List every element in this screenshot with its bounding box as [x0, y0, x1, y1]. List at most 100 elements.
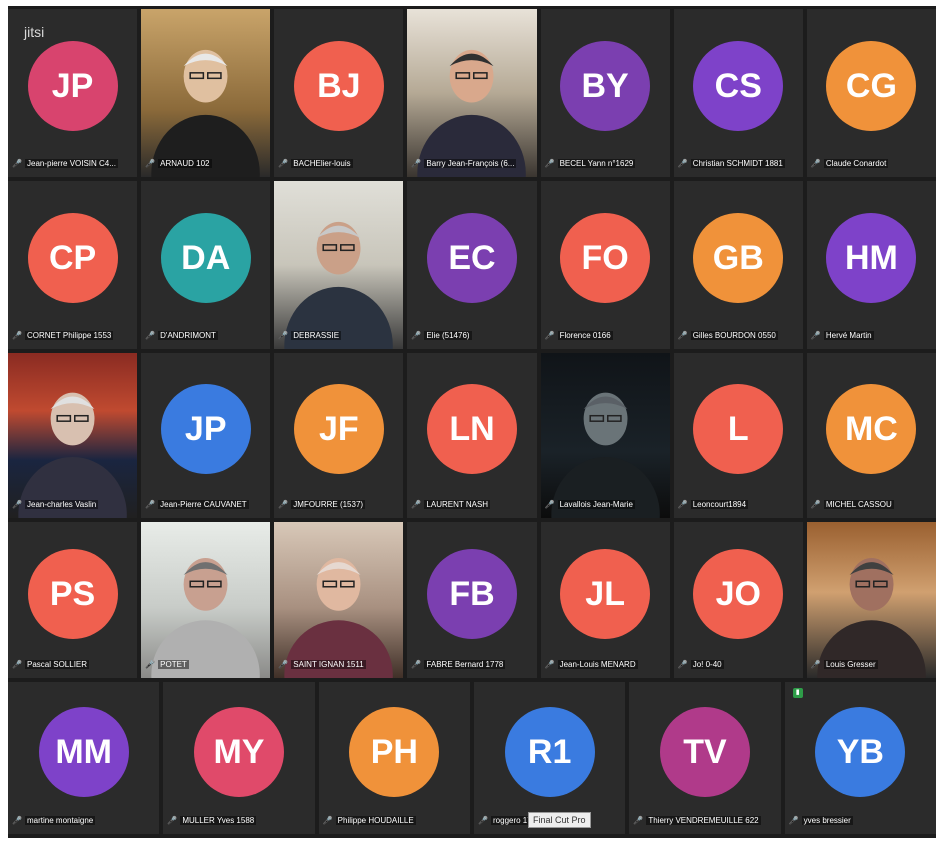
participant-tile[interactable]: JF 🎤 JMFOURRE (1537) [274, 353, 404, 518]
microphone-muted-icon: 🎤 [544, 331, 555, 340]
avatar: BY [560, 41, 651, 132]
participant-name-label: Barry Jean-François (6... [424, 159, 517, 168]
participant-tile[interactable]: MY 🎤 MULLER Yves 1588 [163, 682, 315, 834]
participant-name: 🎤 Louis Gresser [811, 658, 932, 672]
participant-tile[interactable]: L 🎤 Leoncourt1894 [673, 353, 803, 518]
participant-name: 🎤 yves bressier [789, 814, 932, 828]
participant-name-label: Florence 0166 [557, 331, 613, 340]
microphone-muted-icon: 🎤 [278, 660, 289, 669]
participant-name: 🎤 martine montaigne [12, 814, 155, 828]
avatar: FB [426, 548, 517, 639]
avatar: CG [826, 41, 917, 132]
participant-name-label: Jean-Pierre CAUVANET [158, 500, 249, 509]
participant-tile[interactable]: PS 🎤 Pascal SOLLIER [8, 522, 138, 678]
participant-tile[interactable]: DA 🎤 D'ANDRIMONT [141, 181, 271, 349]
participant-name: 🎤 FABRE Bernard 1778 [411, 658, 532, 672]
participant-name: 🎤 Hervé Martin [811, 329, 932, 343]
participant-video [407, 9, 537, 177]
participant-tile[interactable]: 🎤 ARNAUD 102 [141, 9, 271, 177]
participant-tile[interactable]: GB 🎤 Gilles BOURDON 0550 [673, 181, 803, 349]
participant-tile[interactable]: FO 🎤 Florence 0166 [540, 181, 670, 349]
participant-video [806, 522, 936, 678]
microphone-muted-icon: 🎤 [411, 660, 422, 669]
participant-tile[interactable]: CS 🎤 Christian SCHMIDT 1881 [673, 9, 803, 177]
participant-tile[interactable]: BY 🎤 BECEL Yann n°1629 [540, 9, 670, 177]
participant-tile[interactable]: 🎤 Louis Gresser [806, 522, 936, 678]
participant-video [8, 353, 138, 518]
participant-name: 🎤 JMFOURRE (1537) [278, 498, 399, 512]
participant-tile[interactable]: TV 🎤 Thierry VENDREMEUILLE 622 [629, 682, 781, 834]
participant-tile[interactable]: CP 🎤 CORNET Philippe 1553 [8, 181, 138, 349]
participant-video [141, 522, 271, 678]
participant-tile[interactable]: FB 🎤 FABRE Bernard 1778 [407, 522, 537, 678]
participant-tile[interactable]: JO 🎤 Jo! 0-40 [673, 522, 803, 678]
tooltip: Final Cut Pro [528, 812, 591, 828]
participant-tile[interactable]: HM 🎤 Hervé Martin [806, 181, 936, 349]
participant-name-label: ARNAUD 102 [158, 159, 212, 168]
microphone-muted-icon: 🎤 [478, 816, 488, 825]
participant-tile[interactable]: 🎤 Jean-charles Vaslin [8, 353, 138, 518]
participant-name-label: Louis Gresser [823, 660, 878, 669]
participant-name: 🎤 Claude Conardot [811, 157, 932, 171]
participant-name: 🎤 D'ANDRIMONT [145, 329, 266, 343]
avatar: L [693, 383, 784, 474]
microphone-muted-icon: 🎤 [278, 500, 289, 509]
microphone-muted-icon: 🎤 [810, 331, 821, 340]
microphone-muted-icon: 🎤 [12, 159, 22, 168]
participant-name: 🎤 BACHElier-louis [278, 157, 399, 171]
participant-video [540, 353, 670, 518]
microphone-muted-icon: 🎤 [810, 660, 821, 669]
microphone-muted-icon: 🎤 [167, 816, 178, 825]
jitsi-logo: jitsi [24, 24, 45, 40]
avatar: LN [426, 383, 517, 474]
avatar: R1 [504, 706, 595, 797]
microphone-muted-icon: 🎤 [145, 331, 156, 340]
participant-video [141, 9, 271, 177]
participant-name-label: Lavallois Jean-Marie [557, 500, 635, 509]
participant-name: 🎤 MICHEL CASSOU [811, 498, 932, 512]
participant-name-label: CORNET Philippe 1553 [25, 331, 114, 340]
participant-tile[interactable]: 🎤 SAINT IGNAN 1511 [274, 522, 404, 678]
participant-tile[interactable]: CG 🎤 Claude Conardot [806, 9, 936, 177]
participant-name: 🎤 Jean-Pierre CAUVANET [145, 498, 266, 512]
participant-tile[interactable]: MC 🎤 MICHEL CASSOU [806, 353, 936, 518]
participant-video [274, 522, 404, 678]
participant-tile[interactable]: JP 🎤 Jean-Pierre CAUVANET [141, 353, 271, 518]
participant-name-label: Jo! 0-40 [690, 660, 724, 669]
participant-name-label: Jean-Louis MENARD [557, 660, 638, 669]
participant-tile[interactable]: 🎤 DEBRASSIE [274, 181, 404, 349]
participant-name: 🎤 Thierry VENDREMEUILLE 622 [633, 814, 776, 828]
participant-tile[interactable]: YB 🎤 yves bressier [784, 682, 936, 834]
participant-tile[interactable]: PH 🎤 Philippe HOUDAILLE [318, 682, 470, 834]
participant-name: 🎤 Elie (51476) [411, 329, 532, 343]
participant-tile[interactable]: 🎤 POTET [141, 522, 271, 678]
participant-name-label: yves bressier [801, 816, 853, 825]
avatar: JP [27, 41, 118, 132]
participant-name: 🎤 Jean-pierre VOISIN C4... [12, 157, 133, 171]
connection-indicator-icon[interactable]: ▮ [792, 688, 803, 698]
participant-tile[interactable]: LN 🎤 LAURENT NASH [407, 353, 537, 518]
microphone-muted-icon: 🎤 [411, 331, 422, 340]
avatar: FO [560, 213, 651, 304]
avatar: JF [293, 383, 384, 474]
participant-tile[interactable]: EC 🎤 Elie (51476) [407, 181, 537, 349]
participant-name-label: MULLER Yves 1588 [180, 816, 257, 825]
avatar: JL [560, 548, 651, 639]
participant-tile[interactable]: BJ 🎤 BACHElier-louis [274, 9, 404, 177]
microphone-muted-icon: 🎤 [12, 660, 22, 669]
participant-tile[interactable]: JL 🎤 Jean-Louis MENARD [540, 522, 670, 678]
microphone-muted-icon: 🎤 [278, 331, 289, 340]
participant-name-label: JMFOURRE (1537) [291, 500, 366, 509]
participant-name: 🎤 Pascal SOLLIER [12, 658, 133, 672]
microphone-muted-icon: 🎤 [145, 159, 156, 168]
participant-name: 🎤 Barry Jean-François (6... [411, 157, 532, 171]
avatar: TV [659, 706, 750, 797]
avatar: DA [160, 213, 251, 304]
participant-tile[interactable]: 🎤 Barry Jean-François (6... [407, 9, 537, 177]
participant-name-label: Pascal SOLLIER [25, 660, 90, 669]
participant-name: 🎤 SAINT IGNAN 1511 [278, 658, 399, 672]
participant-name-label: Christian SCHMIDT 1881 [690, 159, 785, 168]
participant-tile[interactable]: MM 🎤 martine montaigne [8, 682, 160, 834]
participant-name-label: Hervé Martin [823, 331, 874, 340]
participant-tile[interactable]: 🎤 Lavallois Jean-Marie [540, 353, 670, 518]
